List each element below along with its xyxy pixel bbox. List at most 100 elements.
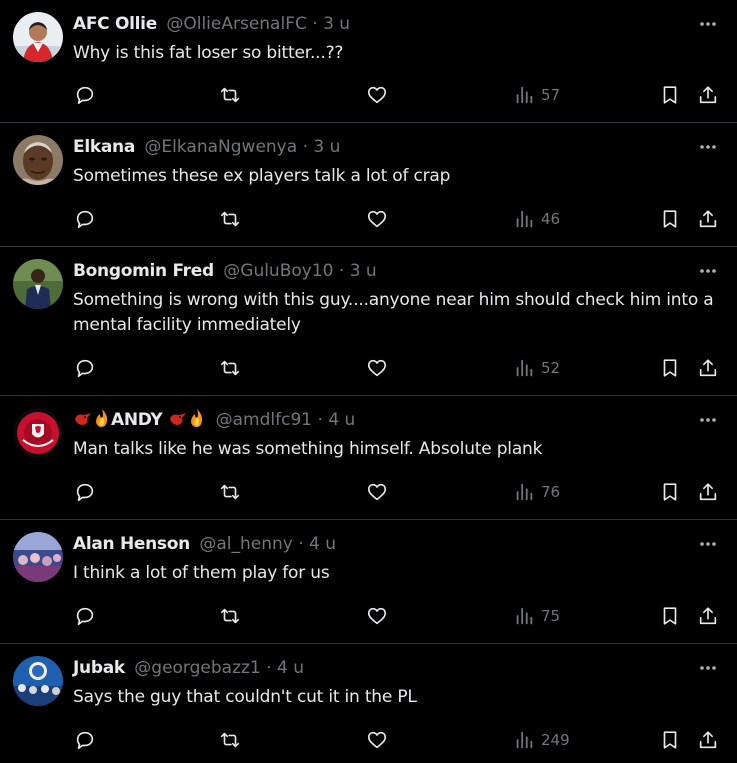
bookmark-icon — [663, 483, 677, 501]
like-button[interactable] — [366, 356, 388, 380]
retweet-button[interactable] — [219, 480, 241, 504]
tweet[interactable]: ANDY @amdlfc91 · 4 u Man talks like he w… — [0, 396, 737, 520]
display-name[interactable]: Elkana — [73, 137, 135, 157]
action-bar: 57 — [0, 83, 737, 107]
bookmark-icon — [663, 607, 677, 625]
display-name-group[interactable]: ANDY — [73, 409, 212, 430]
user-handle[interactable]: @al_henny — [199, 534, 292, 554]
retweet-button[interactable] — [219, 728, 241, 752]
timestamp[interactable]: 4 u — [309, 534, 336, 554]
retweet-button[interactable] — [219, 207, 241, 231]
reply-icon — [76, 731, 94, 750]
retweet-icon — [220, 211, 240, 227]
share-button[interactable] — [697, 356, 719, 380]
bookmark-button[interactable] — [659, 356, 681, 380]
retweet-button[interactable] — [219, 604, 241, 628]
avatar[interactable] — [13, 408, 63, 458]
user-handle[interactable]: @georgebazz1 — [134, 658, 260, 678]
bookmark-icon — [663, 210, 677, 228]
tweet-text: Says the guy that couldn't cut it in the… — [73, 687, 417, 707]
separator-dot: · — [317, 410, 323, 430]
views-chart-icon — [516, 607, 533, 625]
more-dots-icon — [700, 418, 716, 422]
views-button[interactable]: 75 — [513, 604, 560, 628]
tweet[interactable]: Bongomin Fred @GuluBoy10 · 3 u Something… — [0, 247, 737, 396]
more-options-button[interactable] — [697, 137, 719, 157]
more-dots-icon — [700, 269, 716, 273]
bookmark-button[interactable] — [659, 207, 681, 231]
liverpool-crest-avatar-icon — [13, 408, 63, 458]
bookmark-button[interactable] — [659, 83, 681, 107]
fire-icon — [96, 409, 108, 427]
tweet-text: Something is wrong with this guy....anyo… — [73, 290, 714, 335]
views-chart-icon — [516, 483, 533, 501]
timestamp[interactable]: 3 u — [323, 14, 350, 34]
avatar[interactable] — [13, 656, 63, 706]
views-button[interactable]: 52 — [513, 356, 560, 380]
reply-icon — [76, 359, 94, 378]
avatar[interactable] — [13, 12, 63, 62]
more-options-button[interactable] — [697, 14, 719, 34]
bookmark-button[interactable] — [659, 480, 681, 504]
share-button[interactable] — [697, 83, 719, 107]
user-handle[interactable]: @ElkanaNgwenya — [144, 137, 297, 157]
separator-dot: · — [312, 14, 318, 34]
separator-dot: · — [298, 534, 304, 554]
more-options-button[interactable] — [697, 410, 719, 430]
display-name[interactable]: Jubak — [73, 658, 125, 678]
tweet-header: AFC Ollie @OllieArsenalFC · 3 u — [73, 12, 350, 36]
more-options-button[interactable] — [697, 534, 719, 554]
like-button[interactable] — [366, 480, 388, 504]
more-options-button[interactable] — [697, 658, 719, 678]
bookmark-button[interactable] — [659, 728, 681, 752]
views-button[interactable]: 46 — [513, 207, 560, 231]
reply-button[interactable] — [74, 480, 96, 504]
timestamp[interactable]: 3 u — [350, 261, 377, 281]
display-name[interactable]: Bongomin Fred — [73, 261, 214, 281]
avatar[interactable] — [13, 135, 63, 185]
share-button[interactable] — [697, 480, 719, 504]
like-button[interactable] — [366, 207, 388, 231]
views-button[interactable]: 76 — [513, 480, 560, 504]
tweet[interactable]: AFC Ollie @OllieArsenalFC · 3 u Why is t… — [0, 0, 737, 123]
views-button[interactable]: 57 — [513, 83, 560, 107]
timestamp[interactable]: 3 u — [313, 137, 340, 157]
user-handle[interactable]: @OllieArsenalFC — [166, 14, 307, 34]
bookmark-button[interactable] — [659, 604, 681, 628]
action-bar: 75 — [0, 604, 737, 628]
share-button[interactable] — [697, 604, 719, 628]
retweet-button[interactable] — [219, 356, 241, 380]
like-button[interactable] — [366, 604, 388, 628]
like-button[interactable] — [366, 728, 388, 752]
share-button[interactable] — [697, 207, 719, 231]
reply-icon — [76, 483, 94, 502]
timestamp[interactable]: 4 u — [328, 410, 355, 430]
share-icon — [699, 607, 717, 625]
arsenal-player-avatar-icon — [13, 12, 63, 62]
reply-button[interactable] — [74, 604, 96, 628]
reply-button[interactable] — [74, 728, 96, 752]
timestamp[interactable]: 4 u — [277, 658, 304, 678]
views-button[interactable]: 249 — [513, 728, 570, 752]
more-options-button[interactable] — [697, 261, 719, 281]
share-icon — [699, 483, 717, 501]
display-name[interactable]: Alan Henson — [73, 534, 190, 554]
share-icon — [699, 359, 717, 377]
reply-button[interactable] — [74, 83, 96, 107]
reply-button[interactable] — [74, 207, 96, 231]
like-button[interactable] — [366, 83, 388, 107]
avatar[interactable] — [13, 259, 63, 309]
retweet-button[interactable] — [219, 83, 241, 107]
tweet[interactable]: Elkana @ElkanaNgwenya · 3 u Sometimes th… — [0, 123, 737, 247]
user-handle[interactable]: @amdlfc91 — [216, 410, 312, 430]
tweet-header: Jubak @georgebazz1 · 4 u — [73, 656, 304, 680]
display-name[interactable]: AFC Ollie — [73, 14, 157, 34]
tweet[interactable]: Jubak @georgebazz1 · 4 u Says the guy th… — [0, 644, 737, 763]
tweet[interactable]: Alan Henson @al_henny · 4 u I think a lo… — [0, 520, 737, 644]
user-handle[interactable]: @GuluBoy10 — [223, 261, 333, 281]
views-chart-icon — [516, 210, 533, 228]
man-in-suit-avatar-icon — [13, 259, 63, 309]
avatar[interactable] — [13, 532, 63, 582]
reply-button[interactable] — [74, 356, 96, 380]
share-button[interactable] — [697, 728, 719, 752]
